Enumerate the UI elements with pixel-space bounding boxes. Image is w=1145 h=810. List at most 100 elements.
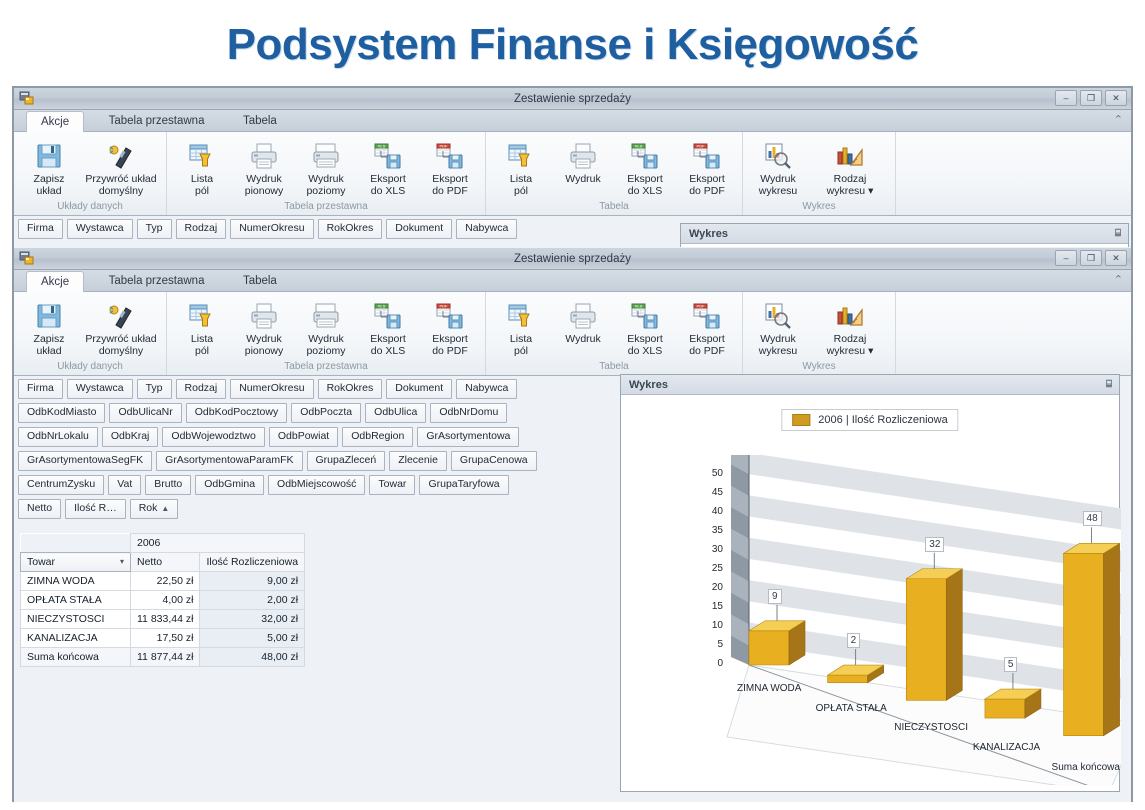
field-chip-numerokresu[interactable]: NumerOkresu (230, 379, 314, 399)
field-chip-odbpowiat[interactable]: OdbPowiat (268, 427, 339, 447)
pin-icon[interactable]: ⌸ (1106, 375, 1112, 395)
table-row[interactable]: NIECZYSTOSCI 11 833,44 zł 32,00 zł (20, 609, 306, 629)
close-button-main[interactable]: ✕ (1105, 250, 1127, 266)
ribbon-button-wydruk-wykresu[interactable]: Wydruk wykresu (747, 135, 809, 197)
field-chip-odbpoczta[interactable]: OdbPoczta (291, 403, 362, 423)
field-chip-ilość-r-[interactable]: Ilość R… (65, 499, 126, 519)
field-chip-grupacenowa[interactable]: GrupaCenowa (450, 451, 537, 471)
table-row[interactable]: OPŁATA STAŁA 4,00 zł 2,00 zł (20, 590, 306, 610)
ribbon-button-wydruk-poziomy[interactable]: Wydruk poziomy (295, 295, 357, 357)
ribbon-button-wydruk-pionowy[interactable]: Wydruk pionowy (233, 295, 295, 357)
ribbon-button-wydruk-poziomy[interactable]: Wydruk poziomy (295, 135, 357, 197)
field-chip-odbregion[interactable]: OdbRegion (342, 427, 414, 447)
pivot-row-field-label: Towar (27, 556, 56, 568)
field-chip-nabywca[interactable]: Nabywca (456, 219, 518, 239)
field-chip-odbkodpocztowy[interactable]: OdbKodPocztowy (185, 403, 288, 423)
ribbon-button-lista-p-l[interactable]: Lista pól (490, 295, 552, 357)
field-chip-nabywca[interactable]: Nabywca (456, 379, 518, 399)
ribbon-button-rodzaj-wykresu[interactable]: Rodzaj wykresu ▾ (809, 295, 891, 357)
minimize-button[interactable]: – (1055, 90, 1077, 106)
field-chip-odbwojewodztwo[interactable]: OdbWojewodztwo (162, 427, 265, 447)
field-chip-dokument[interactable]: Dokument (386, 219, 453, 239)
field-chip-wystawca[interactable]: Wystawca (66, 379, 133, 399)
ribbon-button-zapisz-uk-ad[interactable]: Zapisz układ (18, 135, 80, 197)
table-row[interactable]: ZIMNA WODA 22,50 zł 9,00 zł (20, 571, 306, 591)
ribbon-button-zapisz-uk-ad[interactable]: Zapisz układ (18, 295, 80, 357)
field-chip-rodzaj[interactable]: Rodzaj (175, 379, 227, 399)
field-chip-grupataryfowa[interactable]: GrupaTaryfowa (419, 475, 509, 495)
field-chip-odbnrdomu[interactable]: OdbNrDomu (430, 403, 508, 423)
ribbon-button-lista-p-l[interactable]: Lista pól (171, 135, 233, 197)
ribbon-button-eksport-do-pdf[interactable]: PDF Eksport do PDF (419, 135, 481, 197)
ribbon-button-wydruk-pionowy[interactable]: Wydruk pionowy (233, 135, 295, 197)
ribbon-button-eksport-do-xls[interactable]: XLS Eksport do XLS (357, 295, 419, 357)
field-chip-odbmiejscowość[interactable]: OdbMiejscowość (268, 475, 366, 495)
field-chip-firma[interactable]: Firma (18, 379, 63, 399)
ribbon-main: Zapisz układ Przywróć układ domyślny Układy… (14, 292, 1131, 376)
ribbon-button-eksport-do-pdf[interactable]: PDF Eksport do PDF (676, 135, 738, 197)
ribbon-button-wydruk[interactable]: Wydruk (552, 295, 614, 346)
field-chip-rokokres[interactable]: RokOkres (317, 219, 383, 239)
tab-tabela-przestawna[interactable]: Tabela przestawna (95, 111, 219, 133)
field-chip-odbkraj[interactable]: OdbKraj (101, 427, 159, 447)
field-chip-vat[interactable]: Vat (108, 475, 142, 495)
ribbon-button-lista-p-l[interactable]: Lista pól (171, 295, 233, 357)
field-chip-odbkodmiasto[interactable]: OdbKodMiasto (18, 403, 106, 423)
field-chip-odbgmina[interactable]: OdbGmina (195, 475, 265, 495)
field-chip-odbulica[interactable]: OdbUlica (365, 403, 427, 423)
ribbon-button-eksport-do-pdf[interactable]: PDF Eksport do PDF (676, 295, 738, 357)
field-chip-dokument[interactable]: Dokument (386, 379, 453, 399)
ribbon-tabs: Akcje Tabela przestawna Tabela ⌃ (14, 110, 1131, 133)
tab-akcje-main[interactable]: Akcje (26, 271, 85, 293)
ribbon-button-eksport-do-xls[interactable]: XLS Eksport do XLS (614, 135, 676, 197)
field-chip-numerokresu[interactable]: NumerOkresu (230, 219, 314, 239)
ribbon-button-eksport-do-xls[interactable]: XLS Eksport do XLS (614, 295, 676, 357)
chart-body[interactable]: 2006 | Ilość Rozliczeniowa 0 5 10 15 20 25 30 3… (621, 395, 1121, 791)
ribbon-button-eksport-do-pdf[interactable]: PDF Eksport do PDF (419, 295, 481, 357)
field-chip-typ[interactable]: Typ (136, 219, 172, 239)
tab-tabela-main[interactable]: Tabela (229, 271, 291, 293)
restore-button[interactable]: ❐ (1080, 90, 1102, 106)
ribbon-button-lista-p-l[interactable]: Lista pól (490, 135, 552, 197)
chevron-down-icon[interactable]: ▾ (120, 557, 124, 566)
field-chip-odbnrlokalu[interactable]: OdbNrLokalu (18, 427, 98, 447)
ribbon-button-eksport-do-xls[interactable]: XLS Eksport do XLS (357, 135, 419, 197)
field-chip-firma[interactable]: Firma (18, 219, 63, 239)
ribbon-group-układy-danych: Zapisz układ Przywróć układ domyślny Układy… (14, 292, 167, 375)
ribbon-button-przywr-uk-ad-domy-lny[interactable]: Przywróć układ domyślny (80, 295, 162, 357)
field-chip-centrumzysku[interactable]: CentrumZysku (18, 475, 105, 495)
field-chip-grasortymentowaparamfk[interactable]: GrAsortymentowaParamFK (156, 451, 303, 471)
field-chip-wystawca[interactable]: Wystawca (66, 219, 133, 239)
pivot-row-field-selector[interactable]: Towar ▾ (20, 552, 131, 572)
field-chip-towar[interactable]: Towar (369, 475, 416, 495)
field-chip-zlecenie[interactable]: Zlecenie (389, 451, 447, 471)
field-chip-rodzaj[interactable]: Rodzaj (175, 219, 227, 239)
collapse-ribbon-icon[interactable]: ⌃ (1114, 113, 1123, 126)
field-chip-typ[interactable]: Typ (136, 379, 172, 399)
title-bar-main[interactable]: Zestawienie sprzedaży – ❐ ✕ (14, 248, 1131, 270)
ribbon-button-przywr-uk-ad-domy-lny[interactable]: Przywróć układ domyślny (80, 135, 162, 197)
field-chip-netto[interactable]: Netto (18, 499, 62, 519)
field-chip-grasortymentowasegfk[interactable]: GrAsortymentowaSegFK (18, 451, 153, 471)
pin-icon-top[interactable]: ⌸ (1115, 224, 1121, 244)
ribbon-button-label: Wydruk wykresu (758, 333, 798, 357)
field-chip-rok[interactable]: Rok ▲ (129, 499, 179, 519)
field-chip-brutto[interactable]: Brutto (145, 475, 192, 495)
tab-tabela-przestawna-main[interactable]: Tabela przestawna (95, 271, 219, 293)
ribbon-button-rodzaj-wykresu[interactable]: Rodzaj wykresu ▾ (809, 135, 891, 197)
title-bar[interactable]: Zestawienie sprzedaży – ❐ ✕ (14, 88, 1131, 110)
ribbon-button-wydruk[interactable]: Wydruk (552, 135, 614, 186)
field-chip-rokokres[interactable]: RokOkres (317, 379, 383, 399)
table-row[interactable]: KANALIZACJA 17,50 zł 5,00 zł (20, 628, 306, 648)
tab-tabela[interactable]: Tabela (229, 111, 291, 133)
ribbon-button-wydruk-wykresu[interactable]: Wydruk wykresu (747, 295, 809, 357)
printer-portrait-icon (568, 299, 598, 332)
field-chip-grupazleceń[interactable]: GrupaZleceń (306, 451, 386, 471)
close-button[interactable]: ✕ (1105, 90, 1127, 106)
minimize-button-main[interactable]: – (1055, 250, 1077, 266)
field-chip-grasortymentowa[interactable]: GrAsortymentowa (417, 427, 520, 447)
restore-button-main[interactable]: ❐ (1080, 250, 1102, 266)
collapse-ribbon-icon-main[interactable]: ⌃ (1114, 273, 1123, 286)
tab-akcje[interactable]: Akcje (26, 111, 85, 133)
field-chip-odbulicanr[interactable]: OdbUlicaNr (109, 403, 182, 423)
